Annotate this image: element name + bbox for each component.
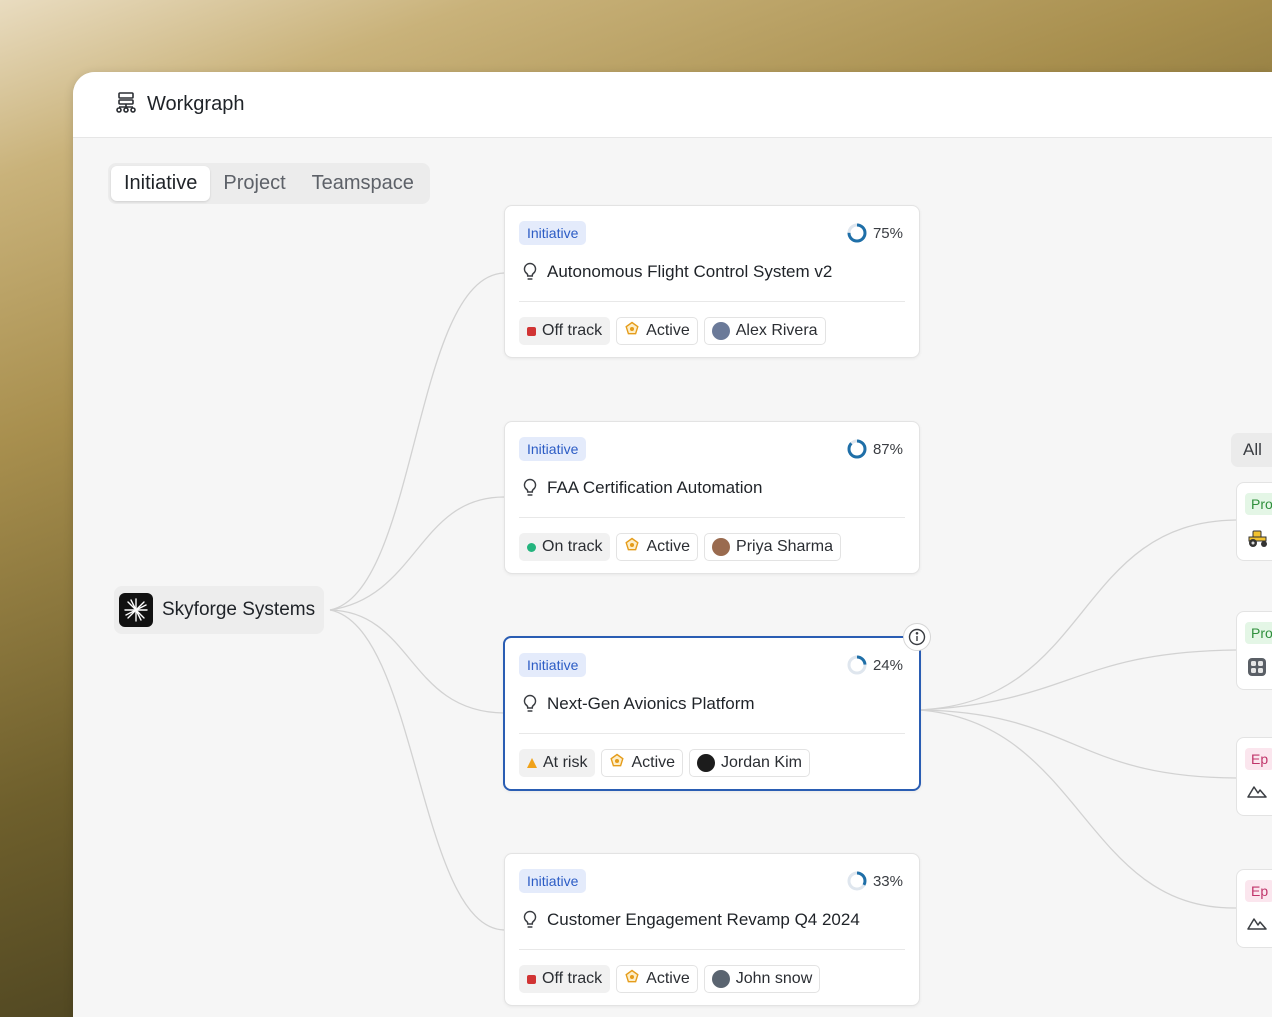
- owner-name: Jordan Kim: [721, 754, 802, 771]
- type-badge: Ep: [1245, 748, 1272, 770]
- state-label: Active: [646, 322, 690, 339]
- initiative-title: Customer Engagement Revamp Q4 2024: [547, 910, 860, 929]
- initiative-card-selected[interactable]: Initiative 24% Next-Gen Avionics Platfor…: [503, 636, 921, 791]
- lightbulb-icon: [523, 262, 537, 280]
- status-chip[interactable]: On track: [519, 533, 611, 561]
- type-badge: Pro: [1245, 622, 1272, 644]
- progress-indicator: 33%: [846, 870, 903, 892]
- off-track-icon: [527, 974, 536, 984]
- type-badge: Pro: [1245, 493, 1272, 515]
- avatar: [711, 322, 730, 340]
- status-label: At risk: [543, 754, 588, 771]
- status-chip[interactable]: Off track: [519, 317, 611, 345]
- connector-line: [329, 272, 505, 611]
- progress-value: 24%: [872, 656, 903, 674]
- owner-name: Alex Rivera: [735, 322, 818, 339]
- initiative-card[interactable]: Initiative 75% Autonomous Flight Control…: [504, 205, 920, 358]
- avatar: [711, 970, 730, 988]
- initiative-title: Next-Gen Avionics Platform: [547, 694, 755, 713]
- progress-value: 75%: [872, 224, 903, 242]
- initiative-card[interactable]: Initiative 87% FAA Certification Automat…: [504, 421, 920, 574]
- tractor-icon: [1247, 528, 1269, 553]
- state-chip[interactable]: Active: [616, 317, 698, 345]
- progress-indicator: 87%: [846, 438, 903, 460]
- active-hexagon-icon: [624, 969, 640, 990]
- state-label: Active: [646, 970, 690, 987]
- status-chip[interactable]: At risk: [519, 749, 596, 777]
- mountain-icon: [1247, 783, 1267, 804]
- active-hexagon-icon: [609, 753, 625, 774]
- progress-value: 87%: [872, 440, 903, 458]
- status-label: Off track: [542, 970, 603, 987]
- type-badge: Initiative: [519, 221, 587, 245]
- avatar: [712, 538, 731, 556]
- mountain-icon: [1247, 915, 1267, 936]
- owner-chip[interactable]: John snow: [703, 965, 821, 993]
- active-hexagon-icon: [624, 537, 640, 558]
- state-label: Active: [646, 538, 691, 555]
- lightbulb-icon: [523, 478, 537, 496]
- progress-indicator: 75%: [846, 222, 903, 244]
- child-epic-card[interactable]: Ep: [1236, 869, 1272, 948]
- state-chip[interactable]: Active: [616, 965, 698, 993]
- workgraph-window: Workgraph Initiative Project Teamspace S…: [73, 72, 1272, 1017]
- progress-ring-icon: [847, 439, 867, 459]
- at-risk-icon: [527, 758, 537, 768]
- skyforge-logo-icon: [119, 593, 153, 627]
- state-chip[interactable]: Active: [616, 533, 699, 561]
- type-badge: Initiative: [519, 869, 587, 893]
- owner-name: Priya Sharma: [736, 538, 833, 555]
- apps-grid-icon: [1247, 657, 1267, 682]
- status-chip[interactable]: Off track: [519, 965, 611, 993]
- root-node-name: Skyforge Systems: [162, 599, 316, 620]
- type-badge: Ep: [1245, 880, 1272, 902]
- initiative-card[interactable]: Initiative 33% Customer Engagement Revam…: [504, 853, 920, 1006]
- progress-ring-icon: [847, 871, 867, 891]
- divider: [519, 733, 905, 734]
- divider: [519, 517, 905, 518]
- child-project-card[interactable]: Pro: [1236, 611, 1272, 690]
- initiative-title: Autonomous Flight Control System v2: [547, 262, 833, 281]
- avatar: [697, 754, 716, 772]
- type-badge: Initiative: [519, 653, 587, 677]
- connector-line: [329, 609, 505, 931]
- info-icon[interactable]: [903, 623, 931, 651]
- progress-ring-icon: [847, 655, 867, 675]
- lightbulb-icon: [523, 910, 537, 928]
- connector-line: [918, 649, 1237, 711]
- connector-line: [918, 519, 1237, 711]
- off-track-icon: [527, 326, 536, 336]
- divider: [519, 949, 905, 950]
- status-label: On track: [542, 538, 603, 555]
- owner-name: John snow: [735, 970, 813, 987]
- progress-value: 33%: [872, 872, 903, 890]
- state-label: Active: [631, 754, 676, 771]
- active-hexagon-icon: [624, 321, 640, 342]
- owner-chip[interactable]: Alex Rivera: [703, 317, 826, 345]
- root-node-skyforge[interactable]: Skyforge Systems: [114, 586, 325, 634]
- filter-all-button[interactable]: All: [1231, 433, 1272, 467]
- initiative-title: FAA Certification Automation: [547, 478, 763, 497]
- owner-chip[interactable]: Priya Sharma: [704, 533, 841, 561]
- progress-ring-icon: [847, 223, 867, 243]
- divider: [519, 301, 905, 302]
- lightbulb-icon: [523, 694, 537, 712]
- child-project-card[interactable]: Pro: [1236, 482, 1272, 561]
- connector-line: [918, 709, 1237, 909]
- on-track-icon: [527, 542, 536, 552]
- owner-chip[interactable]: Jordan Kim: [689, 749, 810, 777]
- state-chip[interactable]: Active: [601, 749, 684, 777]
- progress-indicator: 24%: [846, 654, 903, 676]
- status-label: Off track: [542, 322, 603, 339]
- type-badge: Initiative: [519, 437, 587, 461]
- child-epic-card[interactable]: Ep: [1236, 737, 1272, 816]
